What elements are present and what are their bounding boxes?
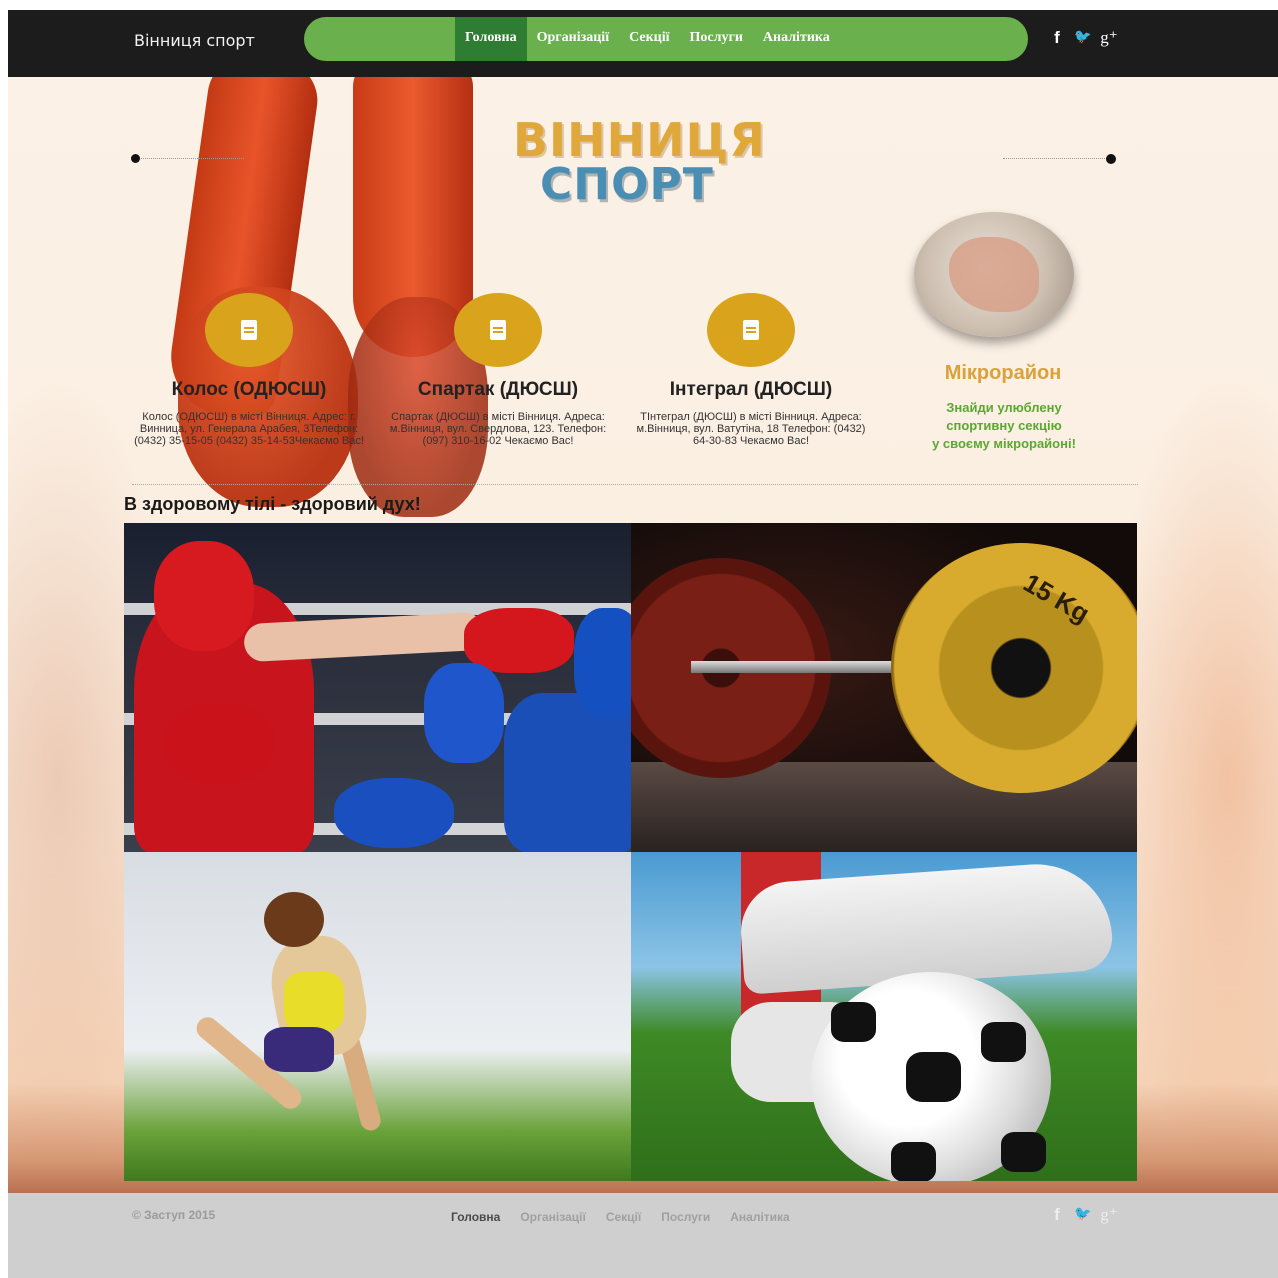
top-navbar: Вінниця спорт Головна Організації Секції… bbox=[8, 10, 1278, 77]
copyright-text: © Заступ 2015 bbox=[132, 1208, 216, 1222]
nav-item-organizations[interactable]: Організації bbox=[527, 17, 619, 61]
org-card-title[interactable]: Спартак (ДЮСШ) bbox=[383, 379, 613, 401]
org-card-title[interactable]: Інтеграл (ДЮСШ) bbox=[636, 379, 866, 401]
micro-text-line: спортивну секцію bbox=[946, 418, 1062, 433]
document-icon-circle bbox=[707, 293, 795, 367]
org-card-text: Спартак (ДЮСШ) в місті Вінниця. Адреса: … bbox=[389, 411, 607, 447]
slogan-heading: В здоровому тілі - здоровий дух! bbox=[124, 494, 421, 514]
boxer-blue-glove bbox=[424, 663, 504, 763]
document-icon bbox=[490, 320, 506, 340]
title-rule-right bbox=[1003, 158, 1111, 159]
footer-nav-home[interactable]: Головна bbox=[451, 1210, 500, 1224]
document-icon bbox=[743, 320, 759, 340]
document-icon-circle bbox=[454, 293, 542, 367]
footer-social-links: f 🐦 g⁺ bbox=[1048, 1205, 1118, 1225]
boxing-photo bbox=[124, 523, 631, 852]
twitter-icon[interactable]: 🐦 bbox=[1074, 28, 1092, 48]
page-frame: Вінниця спорт Головна Організації Секції… bbox=[8, 10, 1278, 1278]
nav-item-analytics[interactable]: Аналітика bbox=[753, 17, 840, 61]
boxer-red-glove bbox=[464, 608, 574, 673]
org-card-text: Колос (ОДЮСШ) в місті Вінниця. Адрес: г.… bbox=[134, 411, 364, 447]
title-dot-right bbox=[1106, 154, 1116, 164]
footer-nav-services[interactable]: Послуги bbox=[661, 1210, 710, 1224]
org-card-integral[interactable]: Інтеграл (ДЮСШ) ТІнтеграл (ДЮСШ) в місті… bbox=[636, 293, 866, 447]
micro-text-line: у своєму мікрорайоні! bbox=[932, 436, 1076, 451]
org-card-kolos[interactable]: Колос (ОДЮСШ) Колос (ОДЮСШ) в місті Вінн… bbox=[134, 293, 364, 447]
title-rule-left bbox=[132, 158, 244, 159]
document-icon-circle bbox=[205, 293, 293, 367]
football-photo bbox=[631, 852, 1137, 1181]
running-photo bbox=[124, 852, 631, 1181]
runner-head bbox=[264, 892, 324, 947]
micro-district-title[interactable]: Мікрорайон bbox=[918, 362, 1088, 385]
site-brand[interactable]: Вінниця спорт bbox=[134, 31, 255, 50]
footer-nav-sections[interactable]: Секції bbox=[606, 1210, 641, 1224]
org-card-spartak[interactable]: Спартак (ДЮСШ) Спартак (ДЮСШ) в місті Ві… bbox=[383, 293, 613, 447]
boxer-blue-glove bbox=[334, 778, 454, 848]
google-plus-icon[interactable]: g⁺ bbox=[1100, 1205, 1118, 1225]
district-map-image[interactable] bbox=[914, 212, 1074, 337]
boxer-blue-head bbox=[574, 608, 631, 718]
org-card-title[interactable]: Колос (ОДЮСШ) bbox=[134, 379, 364, 401]
map-land bbox=[949, 237, 1039, 312]
title-dot-left bbox=[131, 154, 140, 163]
footer-nav: Головна Організації Секції Послуги Аналі… bbox=[451, 1210, 790, 1224]
footer-nav-organizations[interactable]: Організації bbox=[520, 1210, 585, 1224]
gold-plate bbox=[891, 543, 1137, 793]
social-links: f 🐦 g⁺ bbox=[1048, 28, 1118, 48]
twitter-icon[interactable]: 🐦 bbox=[1074, 1205, 1092, 1225]
micro-district-text: Знайди улюблену спортивну секцію у своєм… bbox=[904, 399, 1104, 453]
org-card-text: ТІнтеграл (ДЮСШ) в місті Вінниця. Адреса… bbox=[636, 411, 866, 447]
main-nav: Головна Організації Секції Послуги Аналі… bbox=[455, 17, 840, 61]
footer-nav-analytics[interactable]: Аналітика bbox=[730, 1210, 789, 1224]
footer: © Заступ 2015 Головна Організації Секції… bbox=[8, 1193, 1278, 1278]
document-icon bbox=[241, 320, 257, 340]
football-ball bbox=[811, 972, 1051, 1181]
facebook-icon[interactable]: f bbox=[1048, 1205, 1066, 1225]
boxer-red-glove bbox=[164, 703, 274, 783]
section-divider bbox=[132, 484, 1138, 485]
barbell-photo: 15 Kg bbox=[631, 523, 1137, 852]
google-plus-icon[interactable]: g⁺ bbox=[1100, 28, 1118, 48]
facebook-icon[interactable]: f bbox=[1048, 28, 1066, 48]
logo-title-line2: СПОРТ bbox=[540, 159, 714, 210]
runner-top bbox=[284, 972, 344, 1032]
runner-shorts bbox=[264, 1027, 334, 1072]
boxer-red-head bbox=[154, 541, 254, 651]
nav-item-sections[interactable]: Секції bbox=[619, 17, 679, 61]
nav-item-home[interactable]: Головна bbox=[455, 17, 527, 61]
hero-section: ВІННИЦЯ СПОРТ Колос (ОДЮСШ) Колос (ОДЮСШ… bbox=[8, 77, 1278, 1193]
micro-text-line: Знайди улюблену bbox=[946, 400, 1062, 415]
nav-item-services[interactable]: Послуги bbox=[680, 17, 753, 61]
